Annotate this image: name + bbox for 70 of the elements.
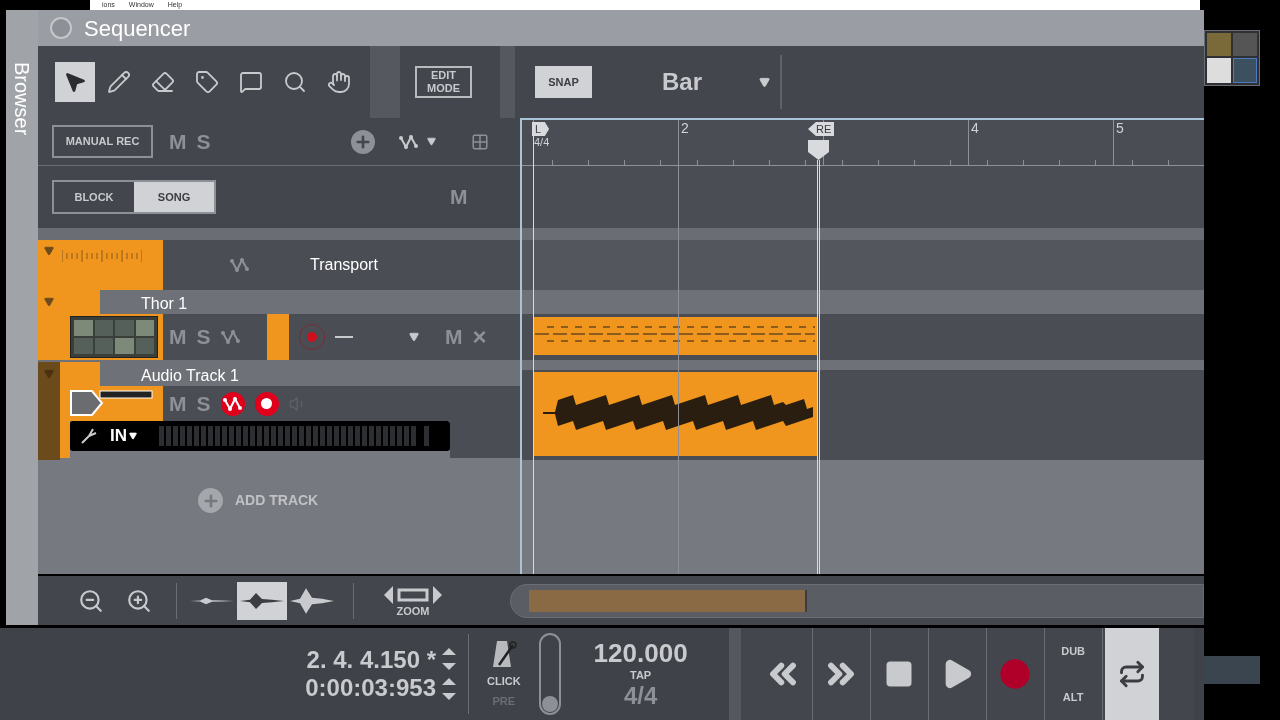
solo-button[interactable]: S bbox=[196, 125, 211, 158]
edit-mode-button[interactable]: EDIT MODE bbox=[415, 66, 472, 98]
alt-button[interactable]: ALT bbox=[1062, 688, 1084, 706]
time-signature: 4/4 bbox=[534, 135, 550, 150]
tool-button[interactable] bbox=[55, 62, 95, 102]
mute-button[interactable]: M bbox=[169, 125, 187, 158]
manual-rec-button[interactable]: MANUAL REC bbox=[52, 125, 153, 158]
right-locator[interactable]: RE bbox=[808, 122, 835, 136]
toolbar-separator bbox=[500, 46, 515, 118]
zoom-out-icon[interactable] bbox=[78, 587, 104, 614]
track-name: Transport bbox=[310, 255, 378, 275]
divider bbox=[353, 582, 354, 619]
bar-number: 4 bbox=[971, 120, 979, 138]
spin-arrows-icon[interactable] bbox=[442, 678, 456, 700]
spin-arrows-icon[interactable] bbox=[442, 648, 456, 670]
hand-icon bbox=[327, 70, 351, 94]
loop-icon bbox=[1117, 660, 1146, 688]
bar-number: 2 bbox=[681, 120, 689, 138]
tag-icon bbox=[195, 70, 219, 94]
pencil-icon bbox=[107, 70, 131, 94]
search-icon bbox=[283, 70, 307, 94]
window-thumbnail[interactable] bbox=[1204, 30, 1260, 86]
speech-bubble-icon bbox=[239, 70, 263, 94]
caret-icon bbox=[759, 76, 770, 88]
zoom-button[interactable]: ZOOM bbox=[384, 584, 442, 617]
left-locator[interactable]: L bbox=[532, 122, 550, 136]
record-icon bbox=[999, 658, 1032, 690]
snap-value-dropdown[interactable]: Bar bbox=[642, 62, 774, 102]
tap-button[interactable]: TAP bbox=[630, 666, 652, 684]
input-dropdown[interactable]: IN bbox=[110, 423, 137, 449]
add-icon[interactable] bbox=[350, 129, 375, 154]
bar-number: 5 bbox=[1116, 120, 1124, 138]
audio-track-icon bbox=[70, 390, 156, 416]
time-position: 0:00:03:953 bbox=[305, 674, 436, 702]
window-title: Sequencer bbox=[84, 14, 191, 43]
window-thumbnail[interactable] bbox=[1204, 656, 1260, 684]
audio-clip[interactable] bbox=[533, 372, 818, 456]
song-position: 2. 4. 4.150 * bbox=[306, 646, 436, 674]
collapse-caret-icon[interactable] bbox=[44, 297, 54, 307]
zoom-in-icon[interactable] bbox=[126, 587, 152, 614]
tuning-fork-icon[interactable] bbox=[80, 427, 98, 445]
loop-button[interactable] bbox=[1104, 628, 1159, 720]
waveform-size-button[interactable] bbox=[237, 581, 287, 620]
snap-button[interactable]: SNAP bbox=[535, 66, 592, 98]
collapse-caret-icon[interactable] bbox=[44, 246, 54, 256]
stop-icon bbox=[884, 659, 915, 689]
mute-all-button[interactable]: M bbox=[450, 181, 468, 213]
time-signature[interactable]: 4/4 bbox=[623, 683, 658, 710]
tempo[interactable]: 120.000 bbox=[593, 638, 688, 667]
track-name: Audio Track 1 bbox=[140, 366, 239, 386]
divider bbox=[176, 582, 177, 619]
pointer-icon bbox=[63, 70, 87, 94]
record-button[interactable] bbox=[254, 391, 279, 416]
metronome-icon bbox=[490, 638, 517, 669]
caret-icon bbox=[129, 432, 137, 440]
caret-icon[interactable] bbox=[426, 137, 436, 146]
caret-icon[interactable] bbox=[409, 332, 419, 342]
ruler-icon bbox=[62, 250, 142, 262]
horizontal-arrows-icon bbox=[384, 584, 442, 605]
view-mode-tab[interactable]: SONG bbox=[134, 182, 214, 212]
grid-icon[interactable] bbox=[470, 132, 489, 151]
track-name: Thor 1 bbox=[140, 294, 188, 314]
toolbar-separator bbox=[370, 46, 400, 118]
dub-button[interactable]: DUB bbox=[1061, 642, 1086, 660]
track-color-bar bbox=[267, 314, 289, 360]
automation-icon[interactable] bbox=[398, 133, 419, 150]
eraser-icon bbox=[151, 70, 175, 94]
midi-clip[interactable] bbox=[533, 317, 818, 355]
click-level-slider[interactable] bbox=[538, 633, 561, 715]
lane-line bbox=[335, 336, 353, 338]
